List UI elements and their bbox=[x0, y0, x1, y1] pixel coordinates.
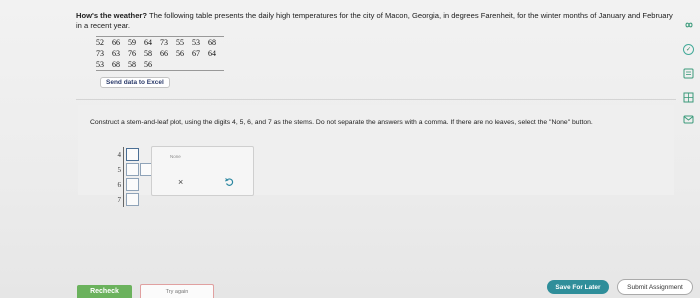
stem-leaf-plot: 4 5 6 7 bbox=[112, 147, 154, 207]
table-cell: 59 bbox=[128, 36, 144, 48]
grid-icon[interactable] bbox=[683, 92, 694, 103]
table-cell bbox=[176, 59, 192, 71]
table-cell: 73 bbox=[160, 36, 176, 48]
stem-divider bbox=[123, 192, 124, 207]
stem-label: 6 bbox=[117, 180, 122, 189]
stem-row: 5 bbox=[112, 162, 154, 177]
table-cell: 58 bbox=[128, 59, 144, 71]
infinity-icon[interactable] bbox=[683, 20, 695, 30]
leaf-input[interactable] bbox=[126, 163, 139, 176]
table-cell bbox=[160, 59, 176, 71]
calculator-icon[interactable] bbox=[683, 68, 694, 79]
submit-assignment-button[interactable]: Submit Assignment bbox=[617, 279, 693, 295]
leaf-input[interactable] bbox=[126, 193, 139, 206]
save-for-later-button[interactable]: Save For Later bbox=[547, 280, 609, 294]
none-button[interactable]: None bbox=[170, 154, 181, 159]
table-cell: 67 bbox=[192, 49, 200, 58]
table-cell: 68 bbox=[112, 59, 128, 71]
divider bbox=[76, 99, 676, 100]
table-cell bbox=[208, 59, 224, 71]
table-cell: 73 bbox=[96, 49, 104, 58]
table-cell: 64 bbox=[208, 49, 216, 58]
answer-keypad: None × bbox=[151, 146, 254, 196]
stem-divider bbox=[123, 147, 124, 162]
table-cell: 64 bbox=[144, 36, 160, 48]
table-cell: 55 bbox=[176, 36, 192, 48]
undo-icon[interactable] bbox=[224, 177, 234, 187]
leaf-input[interactable] bbox=[126, 178, 139, 191]
assignment-page: How's the weather? The following table p… bbox=[0, 0, 700, 298]
check-icon[interactable]: ✓ bbox=[683, 44, 694, 55]
table-cell bbox=[192, 59, 208, 71]
stem-divider bbox=[123, 162, 124, 177]
table-cell: 76 bbox=[128, 49, 136, 58]
recheck-button[interactable]: Recheck bbox=[77, 285, 132, 298]
clear-button[interactable]: × bbox=[178, 177, 183, 187]
table-cell: 53 bbox=[96, 59, 112, 71]
question-text: Construct a stem-and-leaf plot, using th… bbox=[90, 119, 593, 126]
leaf-input[interactable] bbox=[126, 148, 139, 161]
stem-label: 4 bbox=[117, 150, 122, 159]
prompt-text: The following table presents the daily h… bbox=[76, 11, 673, 30]
table-cell: 52 bbox=[96, 36, 112, 48]
table-cell: 68 bbox=[208, 36, 224, 48]
table-cell: 66 bbox=[112, 36, 128, 48]
prompt-lead: How's the weather? bbox=[76, 11, 148, 20]
problem-prompt: How's the weather? The following table p… bbox=[76, 11, 676, 30]
table-cell: 66 bbox=[160, 49, 168, 58]
stem-divider bbox=[123, 177, 124, 192]
stem-row: 7 bbox=[112, 192, 154, 207]
stem-label: 5 bbox=[117, 165, 122, 174]
table-row: 73 63 76 58 66 56 67 64 bbox=[96, 48, 224, 59]
table-cell: 56 bbox=[144, 59, 160, 71]
send-to-excel-button[interactable]: Send data to Excel bbox=[100, 77, 170, 88]
stem-label: 7 bbox=[117, 195, 122, 204]
mail-icon[interactable] bbox=[683, 114, 694, 125]
table-cell: 63 bbox=[112, 49, 120, 58]
table-row: 53 68 58 56 bbox=[96, 59, 224, 71]
table-cell: 58 bbox=[144, 49, 152, 58]
table-row: 52 66 59 64 73 55 53 68 bbox=[96, 36, 224, 48]
table-cell: 53 bbox=[192, 36, 208, 48]
try-again-button[interactable]: Try again bbox=[140, 284, 214, 298]
stem-row: 4 bbox=[112, 147, 154, 162]
table-cell: 56 bbox=[176, 49, 184, 58]
stem-row: 6 bbox=[112, 177, 154, 192]
temperature-table: 52 66 59 64 73 55 53 68 73 63 76 58 66 56 67 64 53 68 58 56 bbox=[96, 36, 224, 71]
